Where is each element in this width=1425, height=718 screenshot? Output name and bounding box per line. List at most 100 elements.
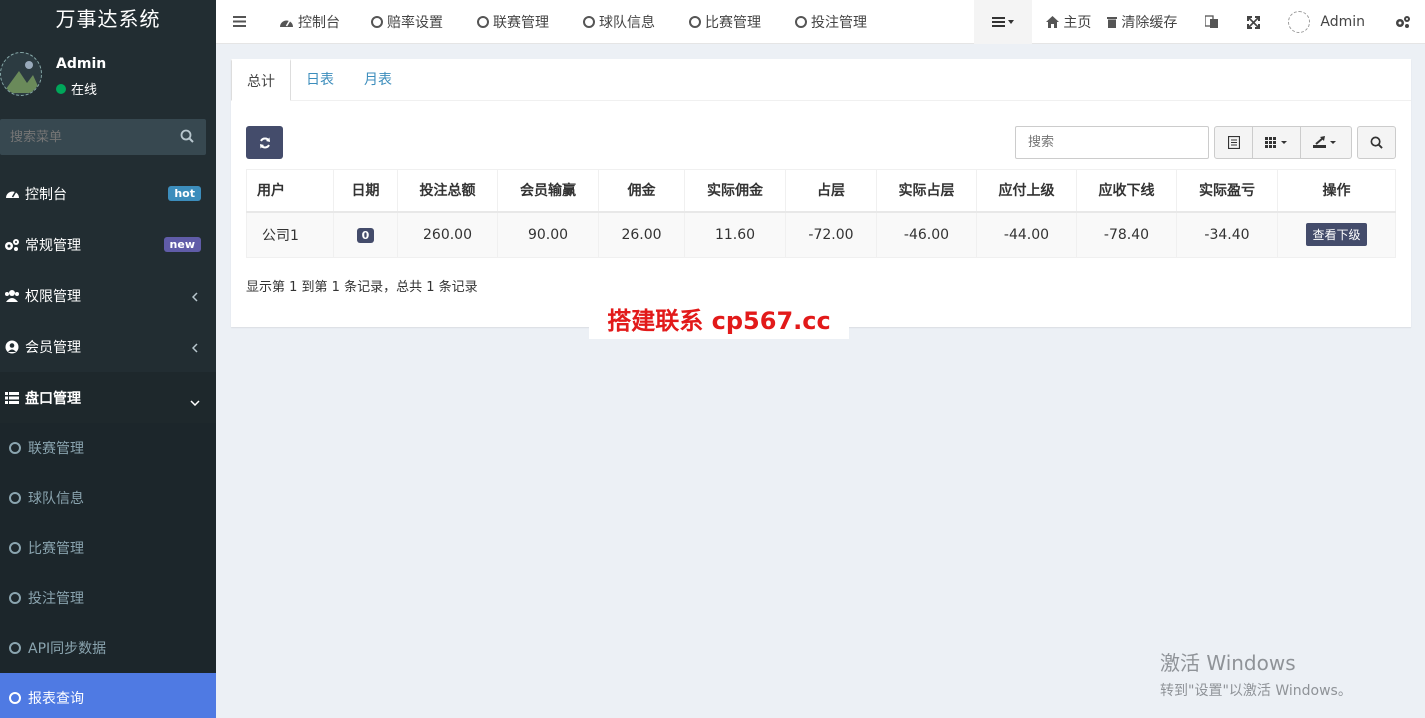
chevron-left-icon bbox=[191, 341, 198, 357]
settings-button[interactable] bbox=[1381, 0, 1425, 44]
list-view-icon bbox=[1227, 136, 1240, 149]
menu-search-input[interactable] bbox=[0, 119, 206, 155]
sidebar-subitem-label: API同步数据 bbox=[28, 641, 107, 657]
pagination-info: 显示第 1 到第 1 条记录，总共 1 条记录 bbox=[246, 280, 478, 295]
export-dropdown-button[interactable] bbox=[1301, 127, 1351, 158]
sidebar-toggle-button[interactable] bbox=[216, 0, 262, 44]
col-header-date[interactable]: 日期 bbox=[333, 169, 398, 213]
cell-actual-commission: 11.60 bbox=[684, 211, 786, 258]
sidebar-item-market[interactable]: 盘口管理 bbox=[0, 372, 216, 423]
nav-link-leagues[interactable]: 联赛管理 bbox=[460, 0, 566, 44]
app-logo[interactable]: 万事达系统 bbox=[0, 0, 216, 44]
fullscreen-button[interactable] bbox=[1233, 0, 1274, 44]
cell-share: -72.00 bbox=[785, 211, 877, 258]
dashboard-icon bbox=[4, 186, 20, 202]
windows-activation-notice: 激活 Windows 转到"设置"以激活 Windows。 bbox=[1160, 647, 1352, 700]
nav-link-label: 投注管理 bbox=[811, 14, 867, 31]
circle-icon bbox=[9, 642, 21, 654]
sidebar-menu: 控制台 hot 常规管理 new 权限管理 会员管理 盘口管理 联赛管理 球队信… bbox=[0, 168, 216, 718]
tab-monthly[interactable]: 月表 bbox=[349, 59, 407, 101]
col-header-share[interactable]: 占层 bbox=[785, 169, 877, 213]
cell-pay-upper: -44.00 bbox=[976, 211, 1077, 258]
sidebar-subitem-leagues[interactable]: 联赛管理 bbox=[0, 423, 216, 473]
expand-icon bbox=[1247, 15, 1261, 29]
tab-daily[interactable]: 日表 bbox=[291, 59, 349, 101]
sidebar-subitem-teams[interactable]: 球队信息 bbox=[0, 473, 216, 523]
cell-user: 公司1 bbox=[246, 211, 334, 258]
toggle-view-button[interactable] bbox=[1215, 127, 1253, 158]
col-header-pay-upper[interactable]: 应付上级 bbox=[976, 169, 1077, 213]
user-panel: Admin 在线 bbox=[0, 44, 216, 110]
user-avatar bbox=[0, 52, 42, 96]
circle-icon bbox=[9, 592, 21, 604]
table-search-button[interactable] bbox=[1357, 126, 1396, 159]
new-badge: new bbox=[163, 237, 201, 252]
sidebar-item-members[interactable]: 会员管理 bbox=[0, 321, 216, 372]
nav-link-odds[interactable]: 赔率设置 bbox=[357, 0, 460, 44]
chevron-down-icon bbox=[190, 394, 200, 410]
cell-total-bet: 260.00 bbox=[397, 211, 498, 258]
cell-date: 0 bbox=[333, 211, 398, 258]
sidebar-search bbox=[0, 119, 206, 155]
refresh-icon bbox=[259, 137, 270, 148]
sidebar-item-label: 权限管理 bbox=[25, 288, 81, 305]
online-dot-icon bbox=[56, 83, 66, 94]
table-toolbar bbox=[1214, 126, 1352, 159]
nav-menu-dropdown[interactable] bbox=[974, 0, 1033, 44]
columns-dropdown-button[interactable] bbox=[1253, 127, 1301, 158]
nav-user-name: Admin bbox=[1320, 14, 1365, 30]
refresh-button[interactable] bbox=[246, 126, 283, 159]
col-header-actual-share[interactable]: 实际占层 bbox=[876, 169, 977, 213]
watermark-banner: 搭建联系 cp567.cc bbox=[589, 297, 849, 339]
cell-actual-profit: -34.40 bbox=[1176, 211, 1278, 258]
trash-icon bbox=[1107, 16, 1118, 28]
col-header-receive-lower[interactable]: 应收下线 bbox=[1076, 169, 1177, 213]
gears-icon bbox=[4, 237, 20, 253]
sidebar-subitem-reports[interactable]: 报表查询 bbox=[0, 673, 216, 718]
gears-icon bbox=[1396, 16, 1410, 28]
user-status: 在线 bbox=[56, 79, 97, 98]
col-header-user[interactable]: 用户 bbox=[246, 169, 334, 213]
sidebar-subitem-api-sync[interactable]: API同步数据 bbox=[0, 623, 216, 673]
nav-link-bets[interactable]: 投注管理 bbox=[778, 0, 884, 44]
col-header-actual-commission[interactable]: 实际佣金 bbox=[684, 169, 786, 213]
activation-title: 激活 Windows bbox=[1160, 651, 1296, 675]
col-header-actual-profit[interactable]: 实际盈亏 bbox=[1176, 169, 1278, 213]
columns-icon bbox=[1264, 137, 1287, 148]
circle-icon bbox=[689, 15, 701, 28]
language-button[interactable] bbox=[1191, 0, 1233, 44]
col-header-action[interactable]: 操作 bbox=[1277, 169, 1396, 213]
table-header-row: 用户 日期 投注总额 会员输赢 佣金 实际佣金 占层 实际占层 应付上级 应收下… bbox=[246, 169, 1396, 213]
nav-link-matches[interactable]: 比赛管理 bbox=[672, 0, 778, 44]
user-menu[interactable]: Admin bbox=[1274, 0, 1381, 44]
tab-total[interactable]: 总计 bbox=[231, 59, 291, 101]
search-icon[interactable] bbox=[180, 129, 194, 147]
hot-badge: hot bbox=[168, 186, 201, 201]
sidebar-item-permissions[interactable]: 权限管理 bbox=[0, 270, 216, 321]
cell-commission: 26.00 bbox=[598, 211, 685, 258]
circle-icon bbox=[9, 442, 21, 454]
sidebar-subitem-bets[interactable]: 投注管理 bbox=[0, 573, 216, 623]
hamburger-icon bbox=[232, 16, 246, 27]
view-subordinates-button[interactable]: 查看下级 bbox=[1306, 223, 1367, 247]
sidebar: 万事达系统 Admin 在线 控制台 hot 常规管理 new 权限管理 bbox=[0, 0, 216, 718]
navbar-right: 主页 清除缓存 Admin bbox=[974, 0, 1425, 44]
table-search-input[interactable] bbox=[1015, 126, 1209, 159]
nav-home-link[interactable]: 主页 bbox=[1032, 0, 1105, 44]
nav-link-teams[interactable]: 球队信息 bbox=[566, 0, 672, 44]
col-header-total-bet[interactable]: 投注总额 bbox=[397, 169, 498, 213]
clear-cache-button[interactable]: 清除缓存 bbox=[1105, 0, 1191, 44]
col-header-member-win[interactable]: 会员输赢 bbox=[497, 169, 599, 213]
col-header-commission[interactable]: 佣金 bbox=[598, 169, 685, 213]
sidebar-item-general[interactable]: 常规管理 new bbox=[0, 219, 216, 270]
user-circle-icon bbox=[4, 339, 20, 355]
sidebar-item-dashboard[interactable]: 控制台 hot bbox=[0, 168, 216, 219]
activation-subtitle: 转到"设置"以激活 Windows。 bbox=[1160, 683, 1352, 699]
circle-icon bbox=[371, 15, 383, 28]
sidebar-subitem-label: 联赛管理 bbox=[28, 441, 84, 457]
nav-link-dashboard[interactable]: 控制台 bbox=[262, 0, 357, 44]
search-icon bbox=[1370, 136, 1383, 149]
users-group-icon bbox=[4, 288, 20, 304]
circle-icon bbox=[477, 15, 489, 28]
sidebar-subitem-matches[interactable]: 比赛管理 bbox=[0, 523, 216, 573]
